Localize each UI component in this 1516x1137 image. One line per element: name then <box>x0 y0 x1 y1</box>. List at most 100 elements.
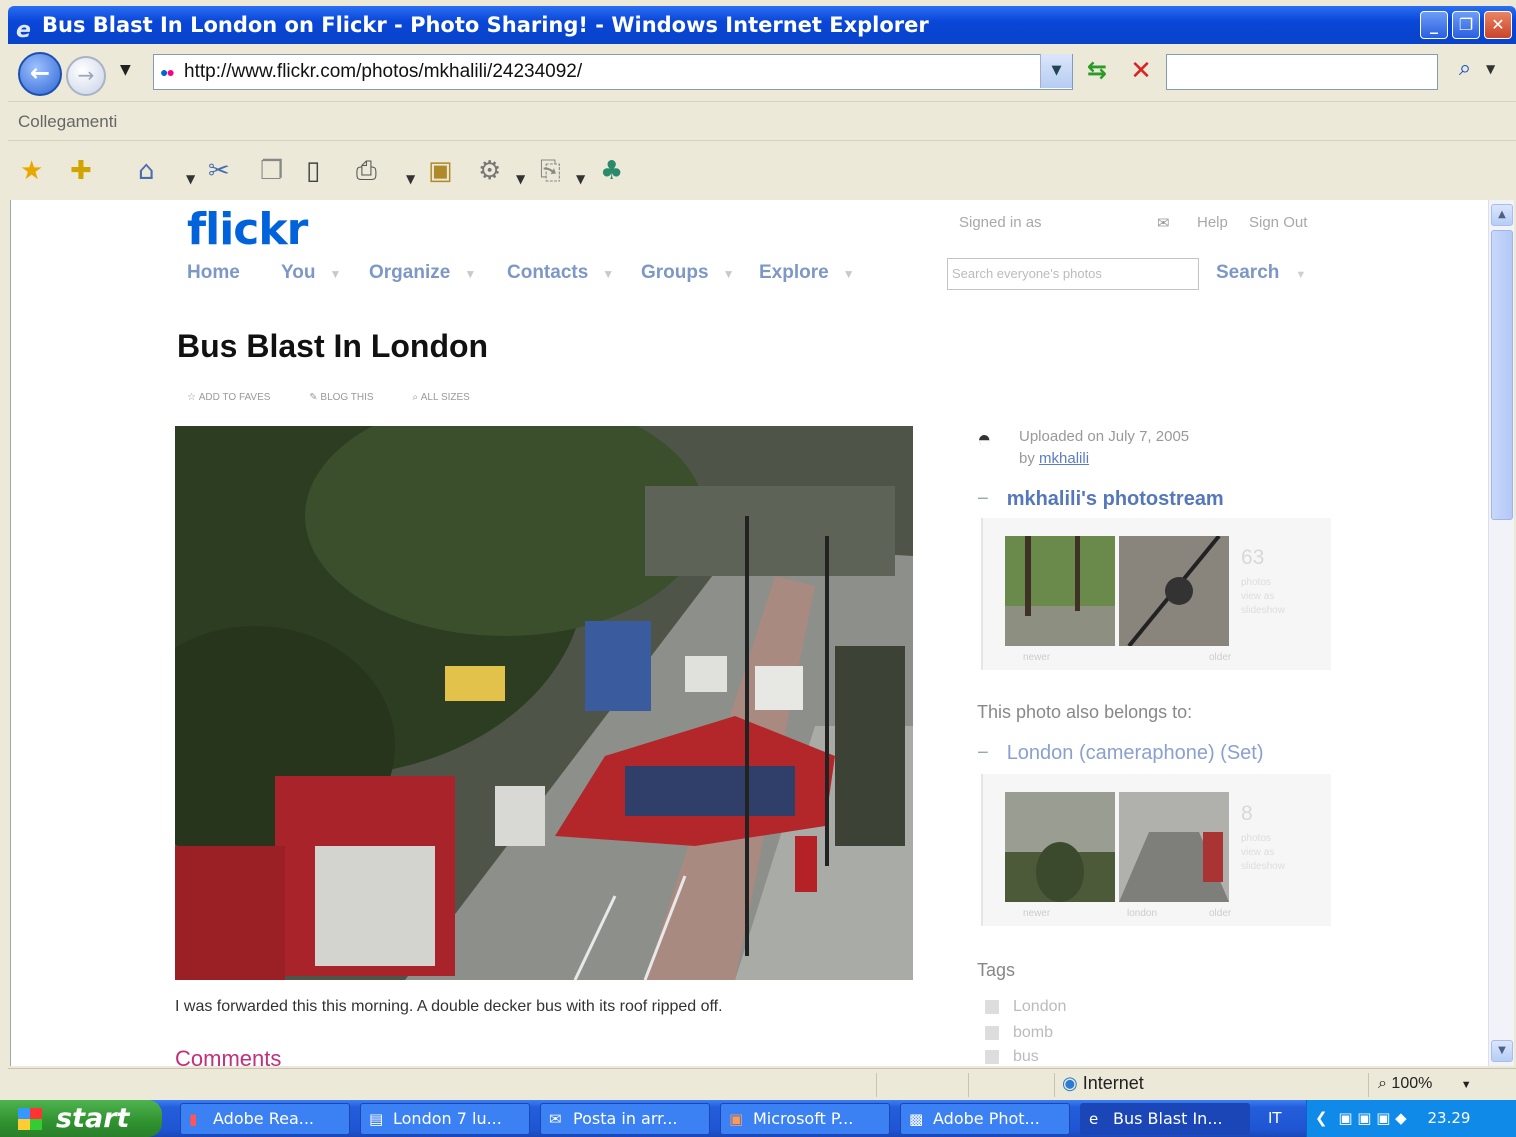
page-dropdown-icon[interactable]: ▼ <box>576 162 585 196</box>
chevron-down-icon[interactable]: ▼ <box>1295 269 1306 281</box>
author-link[interactable]: mkhalili <box>1039 450 1089 467</box>
photostream-thumb-newer[interactable] <box>1005 536 1115 646</box>
home-dropdown-icon[interactable]: ▼ <box>186 162 195 196</box>
mail-icon[interactable]: ✉ <box>1157 214 1170 232</box>
collapse-icon[interactable]: − <box>977 488 989 510</box>
print-dropdown-icon[interactable]: ▼ <box>406 162 415 196</box>
tray-expand-icon[interactable]: ❮ <box>1315 1109 1328 1127</box>
security-zone[interactable]: ◉ Internet <box>1062 1073 1144 1094</box>
tag-item[interactable]: bus <box>985 1048 1039 1066</box>
history-dropdown-icon[interactable]: ▼ <box>120 62 131 78</box>
address-url: http://www.flickr.com/photos/mkhalili/24… <box>184 61 583 82</box>
stop-icon[interactable]: ✕ <box>1124 56 1158 90</box>
set-thumb-current[interactable] <box>1119 792 1229 902</box>
search-options-icon[interactable]: ▼ <box>1486 62 1495 76</box>
scroll-down-icon[interactable]: ▼ <box>1491 1040 1513 1062</box>
set-thumb-newer[interactable] <box>1005 792 1115 902</box>
paste-icon[interactable]: ▯ <box>306 154 320 188</box>
tag-icon <box>985 1049 999 1064</box>
chevron-down-icon[interactable]: ▼ <box>723 267 735 281</box>
task-mail[interactable]: ✉ Posta in arr... <box>540 1103 710 1135</box>
nav-contacts[interactable]: Contacts ▼ <box>507 262 614 284</box>
signed-in-text: Signed in as <box>959 214 1042 231</box>
links-bar[interactable]: Collegamenti <box>8 103 1516 141</box>
powerpoint-icon: ▣ <box>729 1110 744 1128</box>
nav-explore[interactable]: Explore ▼ <box>759 262 855 284</box>
nav-organize[interactable]: Organize ▼ <box>369 262 476 284</box>
cut-icon[interactable]: ✂ <box>208 154 230 188</box>
close-button[interactable]: ✕ <box>1484 11 1512 39</box>
tools-gear-icon[interactable]: ⚙ <box>478 154 501 188</box>
add-to-faves-button[interactable]: ☆ ADD TO FAVES <box>187 392 288 403</box>
address-field[interactable]: ●● http://www.flickr.com/photos/mkhalili… <box>153 54 1073 90</box>
system-tray: ❮ ▣ ▣ ▣ ◆ 23.29 <box>1306 1100 1516 1137</box>
photostream-title[interactable]: − mkhalili's photostream <box>977 488 1224 511</box>
chevron-down-icon[interactable]: ▼ <box>329 267 341 281</box>
copy-icon[interactable]: ❐ <box>260 154 283 188</box>
chevron-down-icon[interactable]: ▼ <box>843 267 855 281</box>
set-links[interactable]: photos view as slideshow <box>1241 832 1285 874</box>
refresh-icon[interactable]: ⇆ <box>1080 56 1114 90</box>
blog-this-button[interactable]: ✎ BLOG THIS <box>309 392 391 403</box>
address-dropdown-icon[interactable]: ▼ <box>1040 54 1072 88</box>
photostream-box: 63 photos view as slideshow newer older <box>981 518 1331 670</box>
scroll-thumb[interactable] <box>1491 230 1513 520</box>
nav-home[interactable]: Home <box>187 262 240 284</box>
photostream-links[interactable]: photos view as slideshow <box>1241 576 1285 618</box>
nav-you[interactable]: You ▼ <box>281 262 341 284</box>
flickr-search-button[interactable]: Search ▼ <box>1216 262 1306 284</box>
buddy-icon[interactable]: ◓ <box>977 426 992 454</box>
thumb-label: newer <box>1023 908 1051 919</box>
task-powerpoint[interactable]: ▣ Microsoft P... <box>720 1103 890 1135</box>
task-london[interactable]: ▤ London 7 lu... <box>360 1103 530 1135</box>
zoom-dropdown-icon[interactable]: ▼ <box>1461 1079 1472 1091</box>
collapse-icon[interactable]: − <box>977 742 989 764</box>
set-title[interactable]: − London (cameraphone) (Set) <box>977 742 1264 765</box>
all-sizes-button[interactable]: ⌕ ALL SIZES <box>412 392 488 403</box>
task-photoshop[interactable]: ▩ Adobe Phot... <box>900 1103 1070 1135</box>
vertical-scrollbar[interactable]: ▲ ▼ <box>1488 200 1514 1066</box>
tag-item[interactable]: London <box>985 998 1066 1016</box>
tag-item[interactable]: bomb <box>985 1024 1053 1042</box>
taskbar: start ▮ Adobe Rea... ▤ London 7 lu... ✉ Pos… <box>0 1100 1516 1137</box>
live-search-input[interactable] <box>1166 54 1438 90</box>
sign-out-link[interactable]: Sign Out <box>1249 214 1307 231</box>
main-photo[interactable] <box>175 426 913 980</box>
thumb-label: older <box>1209 652 1232 663</box>
scroll-up-icon[interactable]: ▲ <box>1491 204 1513 226</box>
minimize-button[interactable]: _ <box>1420 11 1448 39</box>
mail-app-icon: ✉ <box>549 1110 562 1128</box>
language-indicator[interactable]: IT <box>1268 1100 1282 1137</box>
task-adobe-reader[interactable]: ▮ Adobe Rea... <box>180 1103 350 1135</box>
nav-groups[interactable]: Groups ▼ <box>641 262 734 284</box>
photo-caption: I was forwarded this this morning. A dou… <box>175 998 723 1015</box>
home-icon[interactable]: ⌂ <box>138 154 155 188</box>
back-button[interactable]: ← <box>18 52 62 96</box>
zoom-control[interactable]: ⌕ 100% ▼ <box>1378 1075 1472 1093</box>
photostream-thumb-current[interactable] <box>1119 536 1229 646</box>
forward-button[interactable]: → <box>66 56 106 96</box>
globe-icon: ◉ <box>1062 1073 1078 1093</box>
print-icon[interactable]: ⎙ <box>356 154 377 188</box>
start-button[interactable]: start <box>0 1100 162 1137</box>
photo-actions: ☆ ADD TO FAVES ✎ BLOG THIS ⌕ ALL SIZES <box>187 392 506 403</box>
page-icon[interactable]: ⎘ <box>540 154 561 188</box>
tools-dropdown-icon[interactable]: ▼ <box>516 162 525 196</box>
favorites-star-icon[interactable]: ★ <box>20 154 43 188</box>
research-icon[interactable]: ▣ <box>428 154 453 188</box>
window-title: Bus Blast In London on Flickr - Photo Sh… <box>42 13 929 37</box>
restore-button[interactable]: ❐ <box>1452 11 1480 39</box>
by-label: by <box>1019 450 1035 467</box>
thumb-label: london <box>1127 908 1158 919</box>
tray-icons[interactable]: ▣ ▣ ▣ ◆ <box>1338 1109 1406 1127</box>
chevron-down-icon[interactable]: ▼ <box>602 267 614 281</box>
help-link[interactable]: Help <box>1197 214 1228 231</box>
flickr-logo[interactable]: flickr <box>187 204 308 255</box>
search-icon[interactable]: ⌕ <box>1450 56 1480 88</box>
chevron-down-icon[interactable]: ▼ <box>464 267 476 281</box>
add-favorites-icon[interactable]: ✚ <box>70 154 92 188</box>
messenger-icon[interactable]: ♣ <box>600 154 623 188</box>
task-ie[interactable]: e Bus Blast In... <box>1080 1103 1250 1135</box>
flickr-search-input[interactable]: Search everyone's photos <box>947 258 1199 290</box>
title-bar: e Bus Blast In London on Flickr - Photo … <box>8 6 1516 44</box>
